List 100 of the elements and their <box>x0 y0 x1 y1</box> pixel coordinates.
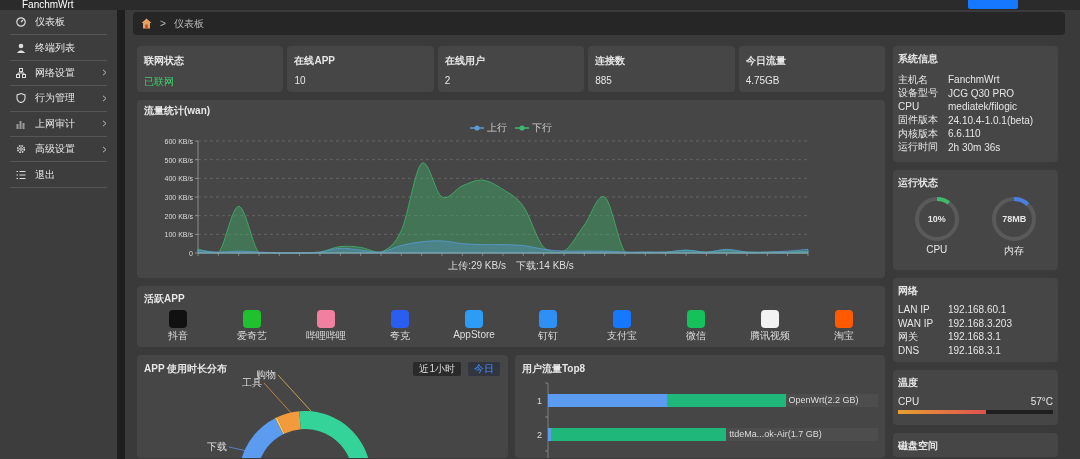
sidebar-item[interactable]: 行为管理 <box>10 86 107 112</box>
info-value: 192.168.60.1 <box>948 304 1007 316</box>
stat-label: 连接数 <box>595 54 627 68</box>
app-icon[interactable] <box>835 310 853 328</box>
info-value: 192.168.3.1 <box>948 331 1001 343</box>
stat-label: 在线APP <box>294 54 336 68</box>
stat-value: 已联网 <box>144 75 175 89</box>
info-value: 6.6.110 <box>948 128 981 140</box>
info-label: 设备型号 <box>898 86 939 101</box>
rank-label: 1 <box>536 395 543 406</box>
app-name: 淘宝 <box>834 329 854 343</box>
card-title: 系统信息 <box>898 52 939 66</box>
info-value: mediatek/filogic <box>948 101 1017 113</box>
app-name: AppStore <box>453 329 495 340</box>
app-name: 钉钉 <box>538 329 558 343</box>
info-value: 192.168.3.203 <box>948 317 1012 329</box>
card-title: 网络 <box>898 284 919 298</box>
leader-line <box>228 446 248 452</box>
gauge-reading: 10% <box>927 213 946 225</box>
bar-value-label: ttdeMa...ok-Air(1.7 GB) <box>729 428 822 441</box>
sidebar-item[interactable]: 终端列表 <box>10 35 107 61</box>
sidebar-item[interactable]: 网络设置 <box>10 60 107 87</box>
info-label: 网关 <box>898 329 919 344</box>
sidebar-item[interactable]: 上网审计 <box>10 111 107 137</box>
traffic-summary: 下载:14 KB/s <box>516 259 574 273</box>
shield-icon <box>16 93 26 104</box>
app-name: 微信 <box>686 329 706 343</box>
range-button[interactable]: 今日 <box>468 362 500 376</box>
rank-label: 2 <box>536 429 543 440</box>
gauge-icon <box>16 17 26 28</box>
app-icon[interactable] <box>613 310 631 328</box>
stat-value: 885 <box>595 75 613 86</box>
info-label: 主机名 <box>898 72 929 87</box>
legend-item[interactable]: 下行 <box>515 121 552 135</box>
app-name: 抖音 <box>168 329 188 343</box>
gauge-reading: 78MB <box>1002 213 1027 225</box>
slice-label: 工具 <box>242 377 262 388</box>
info-value: 2h 30m 36s <box>948 141 1001 153</box>
card-title: 活跃APP <box>144 292 186 306</box>
leader-line <box>263 382 294 416</box>
app-icon[interactable] <box>539 310 557 328</box>
app-name: 腾讯视频 <box>750 329 790 343</box>
app-icon[interactable] <box>761 310 779 328</box>
card-title: 流量统计(wan) <box>144 104 212 118</box>
app-icon[interactable] <box>317 310 335 328</box>
card-title: APP 使用时长分布 <box>144 362 228 376</box>
app-name: 哔哩哔哩 <box>306 329 346 343</box>
legend-item[interactable]: 上行 <box>470 121 507 135</box>
menu-icon <box>16 169 26 180</box>
card-title: 温度 <box>898 376 919 390</box>
stat-label: 今日流量 <box>745 54 787 68</box>
sidebar-item[interactable]: 退出 <box>10 162 107 188</box>
range-button[interactable]: 近1小时 <box>413 362 461 376</box>
info-label: LAN IP <box>898 304 931 316</box>
info-value: JCG Q30 PRO <box>948 87 1015 99</box>
leader-line <box>277 374 312 412</box>
sidebar-item[interactable]: 仪表板 <box>10 10 107 36</box>
gauge-label: 内存 <box>1004 244 1025 258</box>
app-icon[interactable] <box>391 310 409 328</box>
stat-label: 联网状态 <box>144 54 185 68</box>
info-label: 固件版本 <box>898 113 939 128</box>
app-icon[interactable] <box>687 310 705 328</box>
user-icon <box>16 42 26 53</box>
temperature-reading: 57°C <box>1030 396 1053 407</box>
card-title: 用户流量Top8 <box>522 362 586 376</box>
traffic-summary: 上传:29 KB/s <box>448 259 506 273</box>
slice-label: 购物 <box>256 369 276 380</box>
info-label: 运行时间 <box>898 140 939 155</box>
stat-label: 在线用户 <box>444 54 486 68</box>
breadcrumb-item[interactable]: 仪表板 <box>173 16 204 31</box>
stat-value: 10 <box>294 75 307 86</box>
legend-marker-icon <box>470 125 484 131</box>
info-value: 192.168.3.1 <box>948 344 1001 356</box>
app-icon[interactable] <box>465 310 483 328</box>
info-label: 内核版本 <box>898 126 939 141</box>
app-name: 夸克 <box>390 329 410 343</box>
stat-value: 2 <box>444 75 452 86</box>
legend-marker-icon <box>515 125 529 131</box>
bar-chart-icon <box>16 118 26 129</box>
bar-value-label: OpenWrt(2.2 GB) <box>788 394 859 407</box>
slice-label: 下载 <box>207 441 227 452</box>
card-title: 运行状态 <box>898 176 939 190</box>
info-label: CPU <box>898 101 921 113</box>
app-title: FanchmWrt <box>22 0 74 10</box>
info-value: FanchmWrt <box>948 74 1000 86</box>
gauge-label: CPU <box>926 244 948 255</box>
card-title: 磁盘空间 <box>898 439 939 453</box>
info-label: DNS <box>898 344 921 356</box>
info-value: 24.10.4-1.0.1(beta) <box>948 114 1034 126</box>
home-icon <box>141 18 152 29</box>
sensor-label: CPU <box>898 396 920 407</box>
app-icon[interactable] <box>169 310 187 328</box>
stat-value: 4.75GB <box>745 75 781 86</box>
app-name: 支付宝 <box>607 329 637 343</box>
app-name: 爱奇艺 <box>237 329 267 343</box>
app-icon[interactable] <box>243 310 261 328</box>
network-icon <box>16 67 26 78</box>
info-label: WAN IP <box>898 317 935 329</box>
sidebar-item[interactable]: 高级设置 <box>10 136 107 163</box>
breadcrumb-separator: > <box>160 18 166 29</box>
